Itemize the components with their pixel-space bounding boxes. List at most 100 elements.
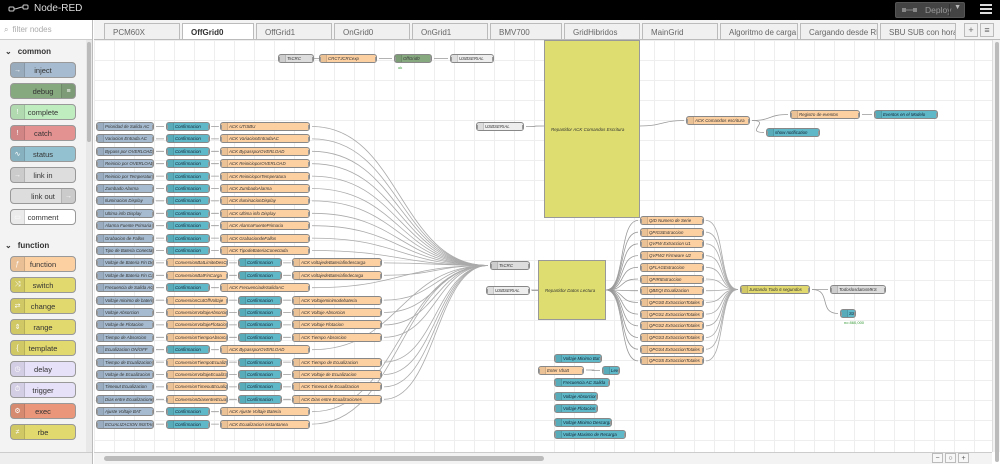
cmd-22-node-2[interactable]: Confirmacion <box>238 394 282 404</box>
node-query-5[interactable]: QPIRIExtraccion <box>640 274 704 284</box>
input-port[interactable] <box>97 360 98 365</box>
input-port[interactable] <box>97 273 98 278</box>
node-eventos-modelo[interactable]: Eventos en el Modelo <box>874 110 938 119</box>
output-port[interactable] <box>208 125 209 129</box>
input-port[interactable] <box>167 174 168 179</box>
input-port[interactable] <box>97 224 98 229</box>
output-port[interactable] <box>152 385 153 390</box>
input-port[interactable] <box>555 433 556 437</box>
node-ui-1[interactable]: Enter Vbatt <box>538 366 584 375</box>
cmd-16-node-1[interactable]: ConversionVoltajeFlotacion <box>166 320 228 330</box>
output-port[interactable] <box>308 249 309 253</box>
output-port[interactable] <box>280 323 281 328</box>
output-port[interactable] <box>152 410 153 415</box>
chevron-down-icon[interactable]: ⌄ <box>5 47 12 56</box>
input-port[interactable] <box>555 381 556 385</box>
output-port[interactable] <box>208 410 209 415</box>
cmd-16-node-0[interactable]: Voltaje de Flotacion <box>96 320 154 330</box>
cmd-22-node-3[interactable]: ACK Dias entre Ecualizaciones <box>292 394 382 404</box>
input-port[interactable] <box>167 137 168 142</box>
cmd-1-node-0[interactable]: Variacion Entrada AC <box>96 134 154 144</box>
node-ui-2[interactable]: Level <box>602 366 620 375</box>
output-port[interactable] <box>380 273 381 278</box>
cmd-16-node-3[interactable]: ACK Voltaje Flotacion <box>292 320 382 330</box>
cmd-7-node-1[interactable]: Confirmacion <box>166 208 210 218</box>
palette-node-catch[interactable]: ! catch <box>10 125 76 141</box>
input-port[interactable] <box>293 360 294 365</box>
palette-node-status[interactable]: ∿ status <box>10 146 76 162</box>
output-port[interactable] <box>308 211 309 216</box>
cmd-21-node-0[interactable]: Timeout Ecualizacion <box>96 382 154 392</box>
node-repartidor-escritura[interactable]: Repartidor ACK Comandos Escritura <box>544 40 640 218</box>
input-port[interactable] <box>221 286 222 291</box>
output-port[interactable] <box>308 224 309 229</box>
cmd-11-node-2[interactable]: Confirmacion <box>238 258 282 268</box>
cmd-11-node-0[interactable]: Voltaje de Bateria Fin Descarga <box>96 258 154 268</box>
input-port[interactable] <box>167 211 168 216</box>
output-port[interactable] <box>308 422 309 427</box>
input-port[interactable] <box>221 125 222 129</box>
input-port[interactable] <box>167 335 168 340</box>
output-port[interactable] <box>152 298 153 303</box>
output-port[interactable] <box>152 236 153 241</box>
input-port[interactable] <box>167 397 168 402</box>
cmd-2-node-2[interactable]: ACK BypassporOVERLOAD <box>220 146 310 156</box>
output-port[interactable] <box>226 311 227 315</box>
cmd-8-node-0[interactable]: Alarma Fuente Primaria <box>96 221 154 231</box>
output-port[interactable] <box>280 373 281 377</box>
output-port[interactable] <box>226 273 227 278</box>
cmd-7-node-2[interactable]: ACK Ultima info Display <box>220 208 310 218</box>
output-port[interactable] <box>308 236 309 241</box>
filter-nodes-input[interactable]: ⌕ filter nodes <box>0 20 92 40</box>
input-port[interactable] <box>293 335 294 340</box>
zoom-reset-button[interactable]: ○ <box>945 453 956 463</box>
output-port[interactable] <box>380 397 381 402</box>
cmd-12-node-3[interactable]: ACK voltajedeBateriafindecarga <box>292 270 382 280</box>
output-port[interactable] <box>375 57 376 61</box>
node-query-11[interactable]: QPGS4 ExtraccionTotales <box>640 344 704 354</box>
cmd-21-node-3[interactable]: ACK Timeout de Ecualizacion <box>292 382 382 392</box>
cmd-8-node-2[interactable]: ACK AlarmaFuentePrimaria <box>220 221 310 231</box>
output-port[interactable] <box>208 149 209 154</box>
input-port[interactable] <box>741 288 742 292</box>
workspace-vertical-scrollbar[interactable] <box>992 40 1000 462</box>
node-ui-7[interactable]: Voltaje Maximo de Recarga <box>554 430 626 439</box>
input-port[interactable] <box>97 373 98 377</box>
node-query-8[interactable]: QPGS1 ExtraccionTotales <box>640 309 704 319</box>
palette-node-complete[interactable]: ! complete <box>10 104 76 120</box>
cmd-19-node-2[interactable]: Confirmacion <box>238 357 282 367</box>
output-port[interactable] <box>748 119 749 123</box>
node-query-12[interactable]: QPGS5 ExtraccionTotales <box>640 356 704 366</box>
input-port[interactable] <box>239 335 240 340</box>
output-port[interactable] <box>308 286 309 291</box>
output-port[interactable] <box>152 273 153 278</box>
input-port[interactable] <box>221 249 222 253</box>
input-port[interactable] <box>221 137 222 142</box>
input-port[interactable] <box>293 373 294 377</box>
output-port[interactable] <box>702 324 703 329</box>
output-port[interactable] <box>492 57 493 61</box>
input-port[interactable] <box>841 312 842 316</box>
cmd-13-node-1[interactable]: Confirmacion <box>166 283 210 293</box>
cmd-4-node-0[interactable]: Reinicio por Temperatura <box>96 171 154 181</box>
cmd-24-node-1[interactable]: Confirmacion <box>166 419 210 429</box>
cmd-18-node-1[interactable]: Confirmacion <box>166 345 210 355</box>
node-query-3[interactable]: QVFW2 Firmware U2 <box>640 251 704 261</box>
input-port[interactable] <box>97 335 98 340</box>
output-port[interactable] <box>430 57 431 61</box>
zoom-out-button[interactable]: − <box>932 453 943 463</box>
node-query-0[interactable]: QID Numero de Serie <box>640 216 704 225</box>
input-port[interactable] <box>641 347 642 352</box>
input-port[interactable] <box>97 261 98 266</box>
palette-node-change[interactable]: ⇄ change <box>10 298 76 314</box>
cmd-14-node-3[interactable]: ACK Voltajeminimodebateria <box>292 295 382 305</box>
input-port[interactable] <box>221 422 222 427</box>
output-port[interactable] <box>808 288 809 292</box>
output-port[interactable] <box>208 348 209 353</box>
input-port[interactable] <box>167 199 168 204</box>
input-port[interactable] <box>167 360 168 365</box>
output-port[interactable] <box>208 187 209 191</box>
input-port[interactable] <box>167 311 168 315</box>
node-ui-5[interactable]: Voltaje Flotacion <box>554 404 598 413</box>
output-port[interactable] <box>702 289 703 294</box>
